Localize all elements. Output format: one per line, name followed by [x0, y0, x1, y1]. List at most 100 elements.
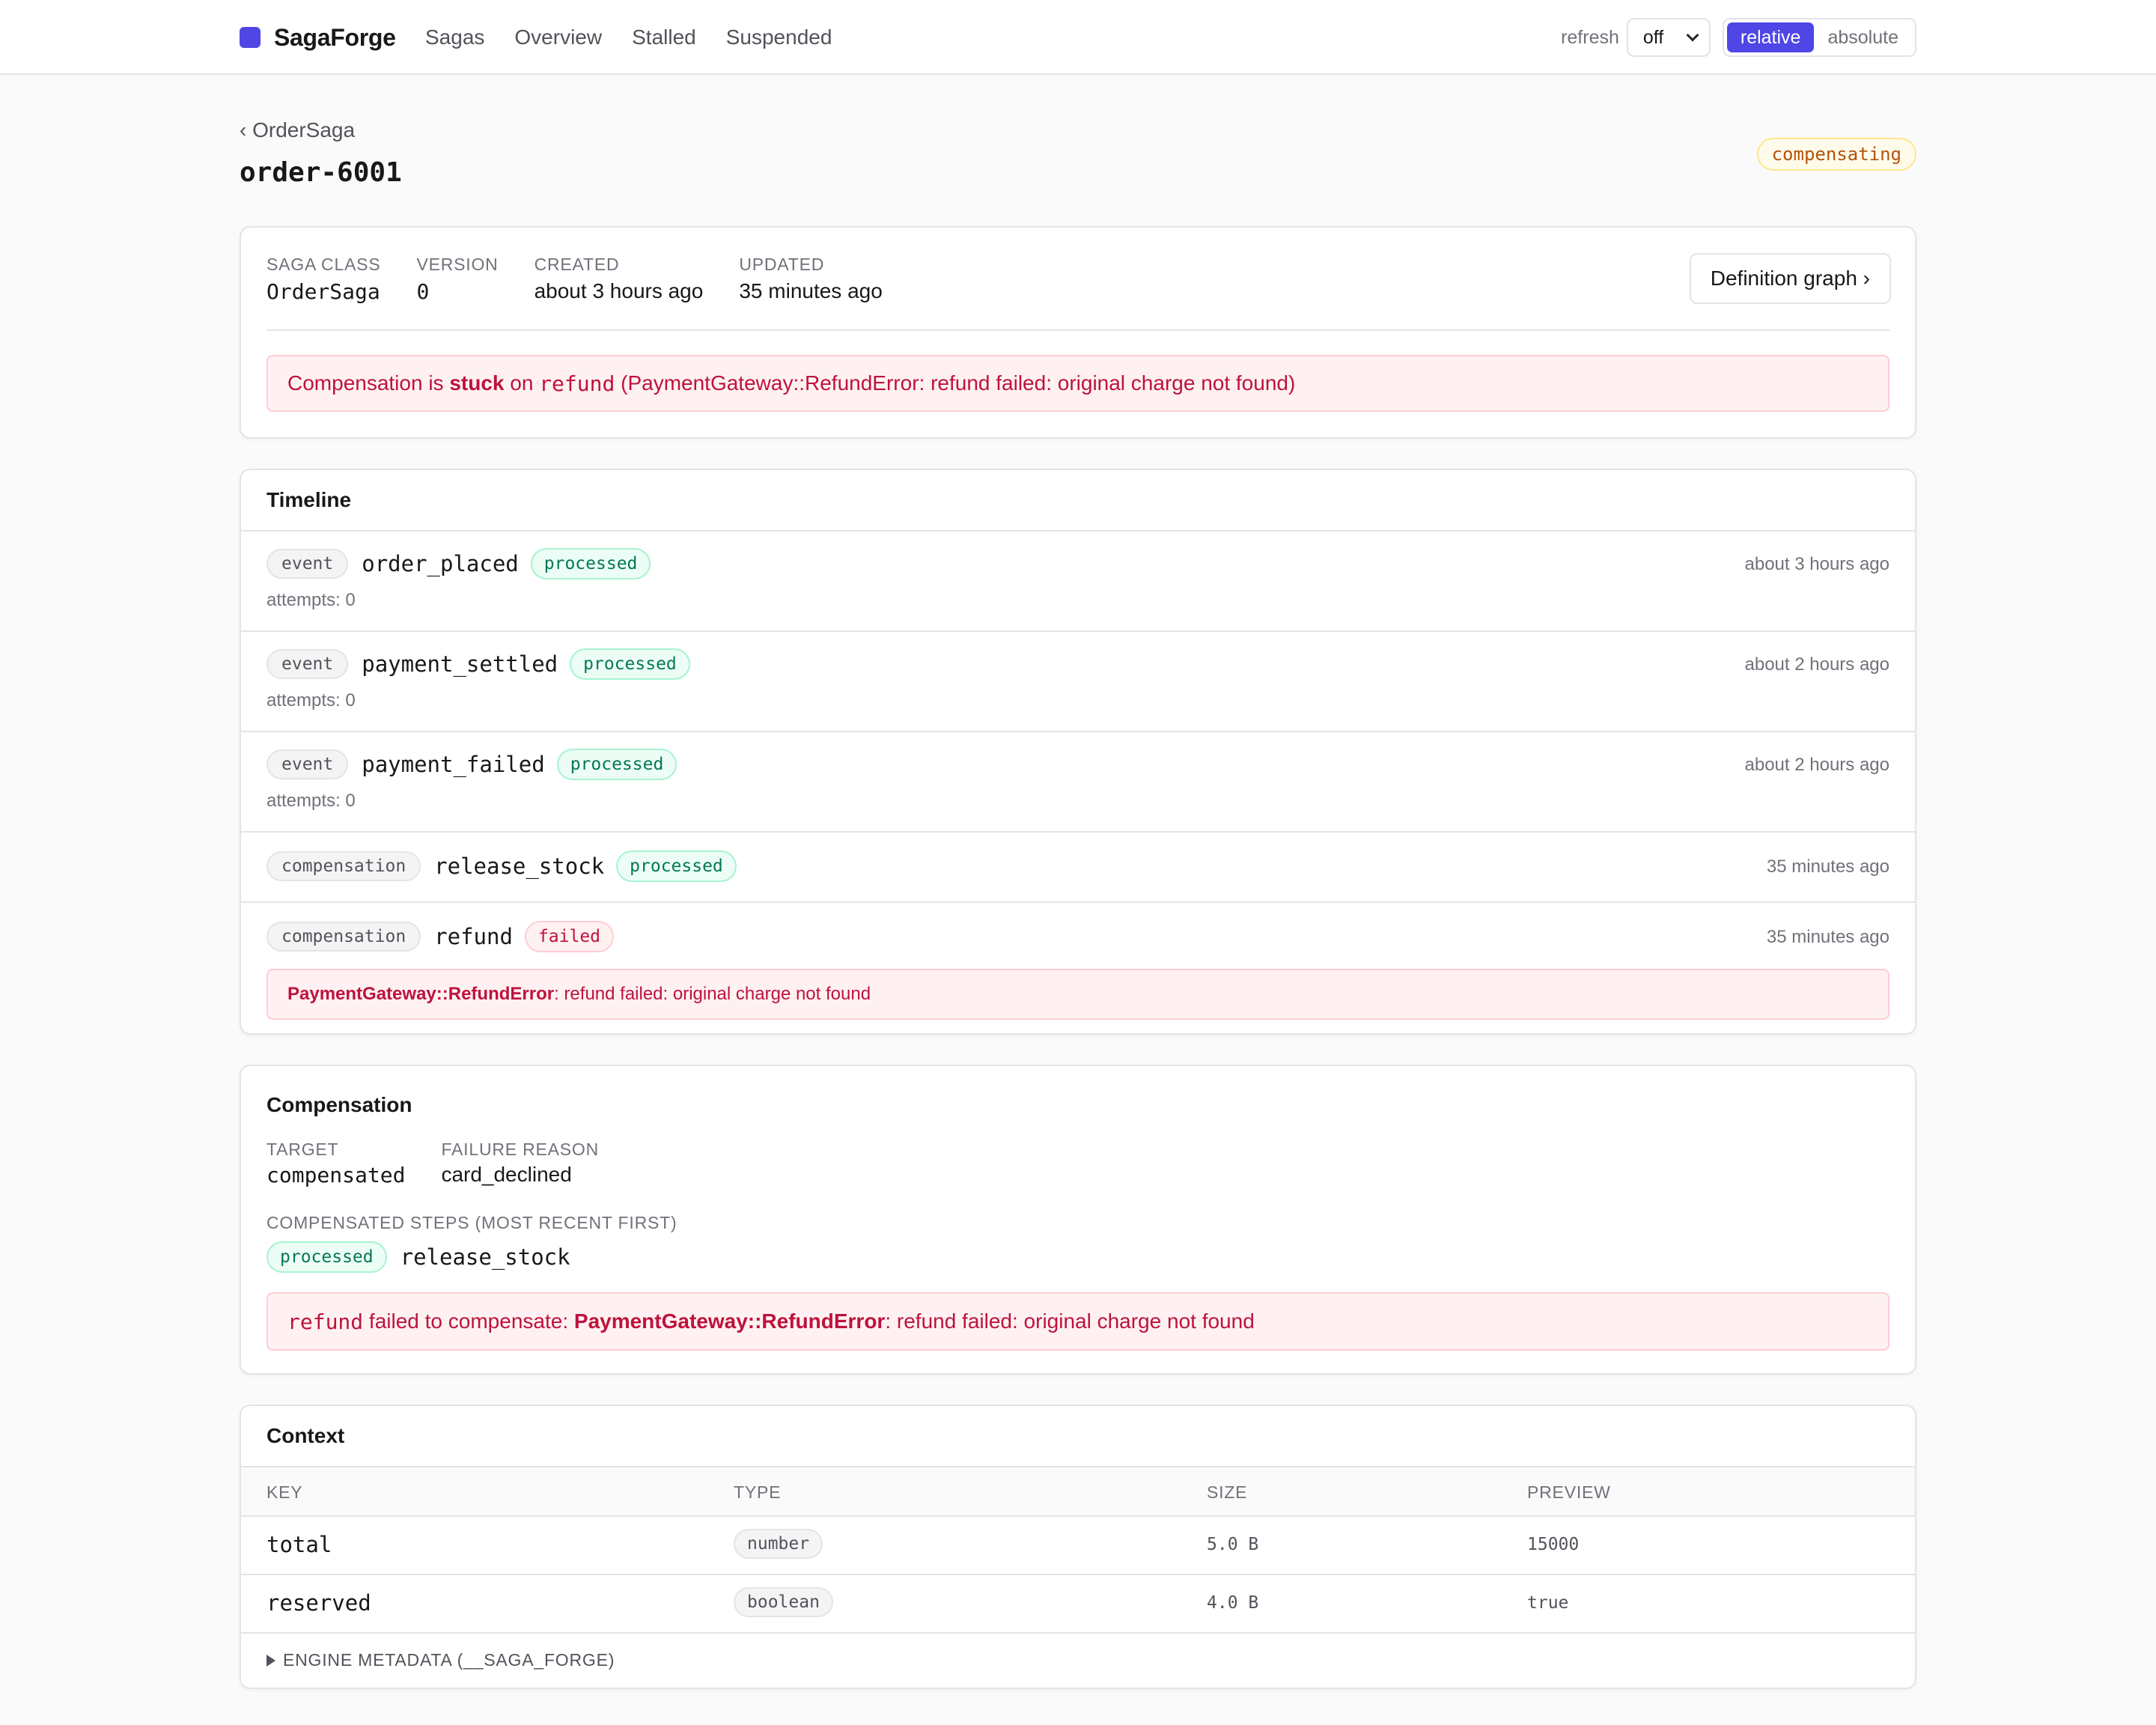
brand[interactable]: SagaForge [240, 21, 396, 54]
meta-created: CREATED about 3 hours ago [535, 255, 704, 304]
column-header-size: SIZE [1207, 1482, 1248, 1502]
timeline-card: Timeline event order_placed processed at… [240, 469, 1916, 1035]
step-name: release_stock [400, 1244, 570, 1270]
status-badge: processed [530, 548, 651, 579]
nav-suspended[interactable]: Suspended [726, 25, 832, 49]
status-badge: processed [556, 749, 677, 780]
timeline-time: about 3 hours ago [1744, 554, 1890, 574]
meta-value: card_declined [441, 1163, 572, 1186]
attempts-text: attempts: 0 [267, 791, 356, 811]
header-controls: refresh off relative absolute [1561, 18, 1916, 57]
context-title: Context [267, 1424, 345, 1447]
timeline-time: 35 minutes ago [1766, 927, 1889, 947]
context-card: Context KEY TYPE SIZE PREVIEW total numb… [240, 1405, 1916, 1689]
timeline-time: 35 minutes ago [1766, 857, 1889, 877]
nav-sagas[interactable]: Sagas [425, 25, 484, 49]
chevron-down-icon [1686, 28, 1699, 42]
stuck-alert: Compensation is stuck on refund (Payment… [267, 355, 1889, 412]
meta-label: CREATED [534, 255, 620, 274]
alert-text: (PaymentGateway::RefundError: refund fai… [615, 371, 1296, 395]
summary-card: SAGA CLASS OrderSaga VERSION 0 CREATED a… [240, 226, 1916, 439]
column-header-key: KEY [267, 1482, 303, 1502]
alert-text: failed to compensate: [363, 1309, 574, 1333]
top-bar: SagaForge Sagas Overview Stalled Suspend… [0, 0, 2156, 75]
meta-updated: UPDATED 35 minutes ago [739, 255, 882, 304]
column-header-type: TYPE [734, 1482, 782, 1502]
summary-meta: SAGA CLASS OrderSaga VERSION 0 CREATED a… [267, 255, 919, 304]
meta-label: VERSION [416, 255, 499, 274]
error-class: PaymentGateway::RefundError [573, 1309, 886, 1333]
timeline-row: event payment_settled processed attempts… [241, 630, 1915, 731]
context-preview: true [1527, 1593, 1569, 1613]
timeline-row-header: event payment_failed processed [267, 749, 677, 780]
breadcrumb-back-link[interactable]: ‹ OrderSaga [240, 118, 355, 142]
time-mode-relative[interactable]: relative [1726, 22, 1815, 52]
engine-metadata-label: ENGINE METADATA (__SAGA_FORGE) [283, 1650, 615, 1670]
attempts-text: attempts: 0 [267, 590, 356, 610]
alert-text: on [504, 371, 540, 395]
timeline-row-header: compensation release_stock processed [267, 851, 737, 882]
compensation-meta: TARGET compensated FAILURE REASON card_d… [267, 1140, 599, 1187]
step-name: order_placed [362, 551, 519, 576]
error-message: : refund failed: original charge not fou… [885, 1309, 1255, 1333]
compensation-title: Compensation [267, 1093, 412, 1116]
definition-graph-button[interactable]: Definition graph › [1689, 253, 1891, 304]
alert-text: Compensation is [287, 371, 450, 395]
attempts-text: attempts: 0 [267, 690, 356, 711]
refresh-label: refresh [1561, 26, 1619, 48]
type-tag: number [734, 1529, 823, 1559]
brand-logo-icon [240, 27, 261, 48]
context-type: number [734, 1529, 823, 1559]
alert-step: refund [539, 371, 615, 396]
alert-step: refund [287, 1309, 364, 1334]
nav-overview[interactable]: Overview [514, 25, 602, 49]
time-mode-absolute[interactable]: absolute [1814, 22, 1912, 52]
meta-value: compensated [267, 1163, 406, 1187]
context-type: boolean [734, 1587, 833, 1617]
table-header: KEY TYPE SIZE PREVIEW [241, 1467, 1915, 1515]
table-row: total number 5.0 B 15000 [241, 1517, 1915, 1574]
divider [241, 1632, 1915, 1634]
page-title: order-6001 [240, 157, 402, 188]
context-preview: 15000 [1527, 1535, 1580, 1554]
main-nav: Sagas Overview Stalled Suspended [425, 21, 862, 54]
compensation-card: Compensation TARGET compensated FAILURE … [240, 1065, 1916, 1375]
engine-metadata-toggle[interactable]: ENGINE METADATA (__SAGA_FORGE) [267, 1650, 615, 1670]
compensated-step: processed release_stock [267, 1241, 582, 1273]
meta-saga-class: SAGA CLASS OrderSaga [267, 255, 380, 304]
meta-failure-reason: FAILURE REASON card_declined [441, 1140, 599, 1187]
timeline-title: Timeline [267, 488, 352, 511]
context-size: 5.0 B [1207, 1535, 1259, 1554]
kind-tag: event [267, 649, 349, 679]
step-name: payment_settled [362, 651, 558, 677]
type-tag: boolean [734, 1587, 833, 1617]
meta-value: 0 [416, 279, 430, 304]
timeline-row: event payment_failed processed attempts:… [241, 731, 1915, 831]
divider [267, 329, 1889, 331]
timeline-row-header: event order_placed processed [267, 548, 651, 579]
table-row: reserved boolean 4.0 B true [241, 1575, 1915, 1632]
timeline-time: about 2 hours ago [1744, 654, 1890, 675]
timeline-row-header: compensation refund failed [267, 921, 615, 952]
step-name: release_stock [434, 854, 605, 879]
caret-right-icon [267, 1654, 275, 1667]
kind-tag: compensation [267, 922, 421, 952]
refresh-select[interactable]: off [1626, 18, 1711, 57]
status-badge: failed [524, 921, 615, 952]
kind-tag: event [267, 749, 349, 779]
nav-stalled[interactable]: Stalled [632, 25, 696, 49]
context-key: reserved [267, 1590, 371, 1616]
time-mode-toggle: relative absolute [1722, 18, 1916, 57]
meta-value: OrderSaga [267, 279, 380, 304]
context-size: 4.0 B [1207, 1593, 1259, 1613]
meta-version: VERSION 0 [416, 255, 498, 304]
step-error-alert: PaymentGateway::RefundError : refund fai… [267, 969, 1889, 1020]
step-name: refund [434, 924, 513, 949]
compensation-error-alert: refund failed to compensate: PaymentGate… [267, 1292, 1889, 1351]
brand-name: SagaForge [274, 23, 396, 51]
kind-tag: event [267, 549, 349, 579]
status-badge: compensating [1756, 138, 1916, 171]
step-name: payment_failed [362, 752, 545, 777]
meta-label: SAGA CLASS [267, 255, 381, 274]
meta-target: TARGET compensated [267, 1140, 405, 1187]
